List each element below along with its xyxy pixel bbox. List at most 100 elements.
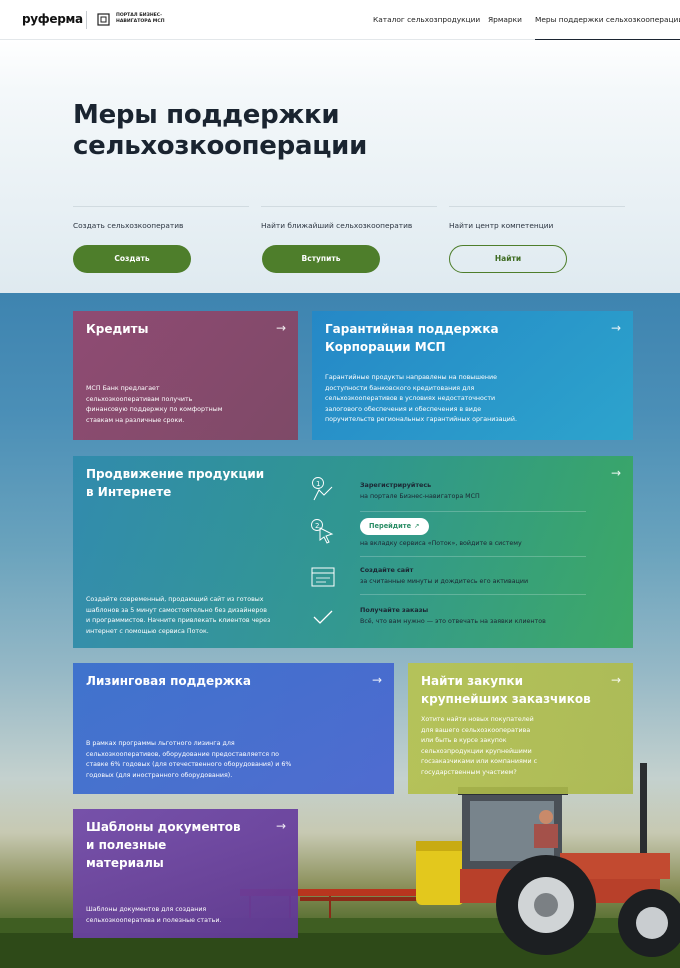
register-hand-icon: 1: [312, 477, 333, 501]
nav-support-measures[interactable]: Меры поддержки сельхозкооперации: [535, 0, 680, 41]
guarantee-card[interactable]: Гарантийная поддержка Корпорации МСП → Г…: [312, 311, 633, 440]
templates-description: Шаблоны документов для создания сельхозк…: [86, 905, 221, 926]
arrow-right-icon: →: [610, 466, 621, 480]
leasing-desc-line: В рамках программы льготного лизинга для: [86, 740, 235, 747]
rufarm-logo[interactable]: руферма: [22, 12, 83, 26]
portal-label[interactable]: ПОРТАЛ БИЗНЕС- НАВИГАТОРА МСП: [116, 13, 186, 24]
procurement-desc-line: Хотите найти новых покупателей: [421, 716, 534, 723]
leasing-desc-line: сельхозкооперативов, оборудование предос…: [86, 750, 280, 758]
leasing-desc-line: годовых (для иностранного оборудования).: [86, 771, 233, 779]
promotion-card[interactable]: Продвижение продукции в Интернете → Созд…: [73, 456, 633, 648]
templates-title-line: и полезные: [86, 838, 167, 852]
join-button[interactable]: Вступить: [262, 245, 380, 273]
competence-center-block: Найти центр компетенции: [449, 206, 625, 230]
promotion-title-line: в Интернете: [86, 485, 172, 499]
promotion-description: Создайте современный, продающий сайт из …: [86, 595, 270, 637]
credits-desc-line: МСП Банк предлагает: [86, 385, 160, 392]
guarantee-desc-line: залогового обеспечения и обеспечения в в…: [325, 405, 482, 413]
join-coop-label: Найти ближайший сельхозкооператив: [261, 221, 413, 230]
templates-desc-line: сельхозкооператива и полезные статьи.: [86, 916, 222, 924]
svg-text:2: 2: [315, 522, 319, 530]
svg-text:1: 1: [316, 480, 320, 488]
leasing-card[interactable]: Лизинговая поддержка → В рамках программ…: [73, 663, 394, 794]
divider: [261, 206, 437, 207]
arrow-right-icon: →: [610, 673, 621, 687]
step-register-title: Зарегистрируйтесь: [360, 481, 432, 489]
create-button[interactable]: Создать: [73, 245, 191, 273]
procurement-desc-line: госзаказчиками или компаниями с: [421, 758, 538, 766]
hero-section: Меры поддержки сельхозкооперации Создать…: [0, 40, 680, 293]
header-divider: [86, 11, 87, 29]
procurement-desc-line: сельхозпродукции крупнейшими: [421, 747, 532, 755]
leasing-desc-line: ставке 6% годовых (для отечественного об…: [86, 761, 292, 769]
arrow-right-icon: →: [275, 321, 286, 335]
portal-cube-icon: [97, 13, 110, 26]
promotion-title: Продвижение продукции в Интернете: [86, 465, 620, 501]
templates-title: Шаблоны документов и полезные материалы: [86, 818, 285, 872]
promotion-desc-line: шаблонов за 5 минут самостоятельно без д…: [86, 606, 267, 614]
divider: [449, 206, 625, 207]
guarantee-desc-line: поручительств региональных гарантийных о…: [325, 416, 517, 424]
credits-desc-line: ставкам на различные сроки.: [86, 416, 185, 424]
top-header: руферма ПОРТАЛ БИЗНЕС- НАВИГАТОРА МСП Ка…: [0, 0, 680, 41]
step-go-text: на вкладку сервиса «Поток», войдите в си…: [360, 540, 522, 547]
leasing-title: Лизинговая поддержка: [86, 674, 251, 688]
templates-title-line: материалы: [86, 856, 164, 870]
guarantee-desc-line: сельхозкооперативов в условиях недостато…: [325, 395, 496, 403]
nav-catalog[interactable]: Каталог сельхозпродукции: [373, 0, 480, 40]
step-register-text: на портале Бизнес-навигатора МСП: [360, 493, 480, 500]
cursor-click-icon: 2: [311, 519, 334, 544]
step-get-orders-title: Получайте заказы: [360, 606, 429, 614]
arrow-right-icon: →: [610, 321, 621, 335]
credits-desc-line: финансовую поддержку по комфортным: [86, 406, 223, 414]
create-coop-block: Создать сельхозкооператив: [73, 206, 249, 230]
create-coop-label: Создать сельхозкооператив: [73, 221, 184, 230]
credits-description: МСП Банк предлагает сельхозкооперативам …: [86, 384, 223, 426]
procurement-title: Найти закупки крупнейших заказчиков: [421, 672, 620, 708]
procurement-card[interactable]: Найти закупки крупнейших заказчиков → Хо…: [408, 663, 633, 794]
promotion-desc-line: интернет с помощью сервиса Поток.: [86, 627, 209, 635]
leasing-description: В рамках программы льготного лизинга для…: [86, 739, 291, 781]
templates-title-line: Шаблоны документов: [86, 820, 241, 834]
guarantee-desc-line: Гарантийные продукты направлены на повыш…: [325, 374, 497, 381]
procurement-title-line: Найти закупки: [421, 674, 523, 688]
credits-desc-line: сельхозкооперативам получить: [86, 395, 193, 403]
page-title-line2: сельхозкооперации: [73, 131, 368, 161]
guarantee-title-line: Корпорации МСП: [325, 340, 446, 354]
guarantee-desc-line: доступности банковского кредитования для: [325, 384, 475, 392]
templates-card[interactable]: Шаблоны документов и полезные материалы …: [73, 809, 298, 938]
checkmark-icon: [313, 610, 333, 624]
procurement-desc-line: государственным участием?: [421, 768, 517, 776]
divider: [360, 594, 586, 595]
divider: [360, 556, 586, 557]
guarantee-description: Гарантийные продукты направлены на повыш…: [325, 373, 517, 426]
competence-center-label: Найти центр компетенции: [449, 221, 554, 230]
page-title: Меры поддержки сельхозкооперации: [73, 100, 433, 162]
templates-desc-line: Шаблоны документов для создания: [86, 906, 207, 913]
promotion-title-line: Продвижение продукции: [86, 467, 265, 481]
join-coop-block: Найти ближайший сельхозкооператив: [261, 206, 437, 230]
procurement-desc-line: или быть в курсе закупок: [421, 737, 507, 745]
portal-label-line2: НАВИГАТОРА МСП: [116, 18, 165, 24]
divider: [360, 511, 586, 512]
credits-card[interactable]: Кредиты → МСП Банк предлагает сельхозкоо…: [73, 311, 298, 440]
arrow-right-icon: →: [371, 673, 382, 687]
divider: [73, 206, 249, 207]
procurement-title-line: крупнейших заказчиков: [421, 692, 591, 706]
go-button[interactable]: Перейдите ↗: [360, 518, 429, 535]
procurement-desc-line: для вашего сельхозкооператива: [421, 726, 531, 734]
page-title-line1: Меры поддержки: [73, 100, 340, 130]
guarantee-title-line: Гарантийная поддержка: [325, 322, 499, 336]
guarantee-title: Гарантийная поддержка Корпорации МСП: [325, 320, 620, 356]
go-button-label: Перейдите: [369, 522, 412, 530]
find-button[interactable]: Найти: [449, 245, 567, 273]
step-create-site-text: за считанные минуты и дождитесь его акти…: [360, 578, 529, 585]
step-get-orders-text: Всё, что вам нужно — это отвечать на зая…: [360, 618, 546, 625]
promotion-desc-line: и программистов. Начните привлекать клие…: [86, 617, 271, 625]
website-icon: [311, 567, 335, 587]
procurement-description: Хотите найти новых покупателей для вашег…: [421, 715, 537, 779]
arrow-right-icon: →: [275, 819, 286, 833]
promotion-desc-line: Создайте современный, продающий сайт из …: [86, 596, 264, 603]
external-link-icon: ↗: [414, 522, 420, 530]
nav-fairs[interactable]: Ярмарки: [488, 0, 522, 40]
